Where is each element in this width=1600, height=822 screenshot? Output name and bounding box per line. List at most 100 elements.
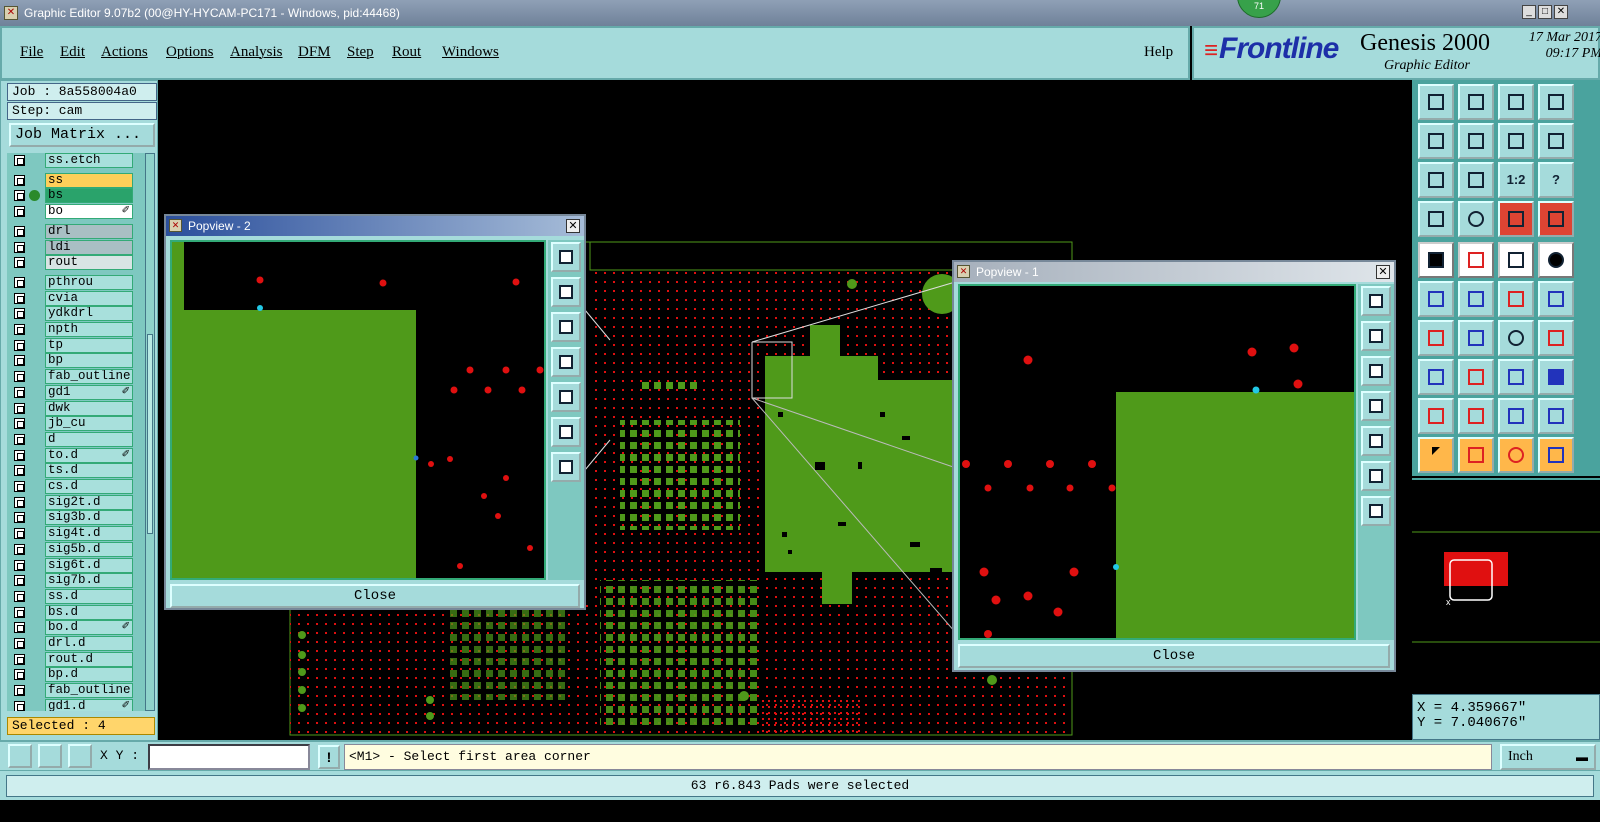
layer-name[interactable]: bo.d ✐ xyxy=(45,620,133,636)
layer-checkbox[interactable] xyxy=(14,653,25,665)
layer-name[interactable]: sig3b.d xyxy=(45,510,133,526)
layer-name[interactable]: sig6t.d xyxy=(45,557,133,573)
pan-right-button[interactable] xyxy=(1361,426,1391,456)
layer-checkbox[interactable] xyxy=(14,292,25,304)
layer-checkbox[interactable] xyxy=(14,559,25,571)
cross-icon[interactable] xyxy=(1458,281,1494,317)
job-matrix-button[interactable]: Job Matrix ... xyxy=(9,123,155,147)
layer-row[interactable]: sig4t.d xyxy=(9,526,133,542)
layer-name[interactable]: drl.d xyxy=(45,636,133,651)
layer-checkbox[interactable] xyxy=(14,622,25,634)
pan-up-button[interactable] xyxy=(551,277,581,307)
layer-name[interactable]: ydkdrl xyxy=(45,306,133,322)
line-icon[interactable] xyxy=(1458,320,1494,356)
layer-checkbox[interactable] xyxy=(14,496,25,508)
popview-1-view[interactable] xyxy=(958,284,1356,640)
layer-name[interactable]: ldi xyxy=(45,239,133,255)
layer-name[interactable]: ts.d xyxy=(45,463,133,479)
layer-checkbox[interactable] xyxy=(14,371,25,383)
layer-name[interactable]: cs.d xyxy=(45,479,133,494)
menu-analysis[interactable]: Analysis xyxy=(230,44,283,61)
step-field[interactable]: Step: cam xyxy=(7,102,157,120)
layer-name[interactable]: bs xyxy=(45,188,133,204)
layer-row[interactable]: bs.d xyxy=(9,604,133,620)
zoom-center-button[interactable] xyxy=(1458,162,1494,198)
pan-left-button[interactable] xyxy=(1418,123,1454,159)
layer-checkbox[interactable] xyxy=(14,590,25,602)
layer-scrollbar[interactable] xyxy=(145,153,155,711)
pan-right-button[interactable] xyxy=(551,382,581,412)
zoom-in-button[interactable] xyxy=(551,417,581,447)
net-select-button[interactable] xyxy=(1538,201,1574,237)
stretch-icon[interactable] xyxy=(1498,359,1534,395)
zoom-window-button[interactable] xyxy=(551,242,581,272)
layer-row[interactable]: jb_cu xyxy=(9,416,133,432)
menu-edit[interactable]: Edit xyxy=(60,44,85,61)
split-icon[interactable] xyxy=(1538,320,1574,356)
layer-row[interactable]: cvia xyxy=(9,290,133,306)
close-icon[interactable]: ✕ xyxy=(566,219,580,233)
menu-options[interactable]: Options xyxy=(166,44,214,61)
layer-row[interactable]: to.d ✐ xyxy=(9,447,133,463)
layer-row[interactable]: sig3b.d xyxy=(9,510,133,526)
zoom-fit-button[interactable] xyxy=(1418,162,1454,198)
layer-name[interactable]: d xyxy=(45,431,133,447)
home-icon[interactable] xyxy=(1498,84,1534,120)
layer-row[interactable]: fab_outline xyxy=(9,369,133,385)
popview-2-view[interactable] xyxy=(170,240,546,580)
layer-checkbox[interactable] xyxy=(14,241,25,253)
layer-row[interactable]: dwk xyxy=(9,400,133,416)
layer-row[interactable]: sig5b.d xyxy=(9,541,133,557)
layer-checkbox[interactable] xyxy=(14,638,25,649)
layer-name[interactable]: sig5b.d xyxy=(45,541,133,557)
zoom-window-button[interactable] xyxy=(1361,286,1391,316)
layer-checkbox[interactable] xyxy=(14,465,25,477)
warning-button[interactable]: ! xyxy=(318,745,340,769)
layer-name[interactable]: jb_cu xyxy=(45,416,133,432)
layer-row[interactable]: bs xyxy=(9,188,133,204)
close-icon[interactable]: ✕ xyxy=(1376,265,1390,279)
layer-name[interactable]: sig2t.d xyxy=(45,494,133,510)
popview-2-close-button[interactable]: Close xyxy=(170,584,580,608)
triangle-a-icon[interactable] xyxy=(1458,398,1494,434)
layer-checkbox[interactable] xyxy=(14,685,25,697)
layers-icon[interactable] xyxy=(1538,359,1574,395)
layer-row[interactable]: sig6t.d xyxy=(9,557,133,573)
layer-row[interactable]: rout.d xyxy=(9,651,133,667)
layer-row[interactable]: npth xyxy=(9,322,133,337)
layer-name[interactable]: tp xyxy=(45,337,133,353)
layer-name[interactable]: gd1 ✐ xyxy=(45,384,133,400)
layer-name[interactable]: ss.d xyxy=(45,588,133,604)
select-arrow-icon[interactable] xyxy=(1418,437,1454,473)
ruler-icon[interactable] xyxy=(1498,242,1534,278)
layer-checkbox[interactable] xyxy=(14,206,25,218)
layer-checkbox[interactable] xyxy=(14,386,25,398)
select-net-icon[interactable] xyxy=(1538,437,1574,473)
layer-checkbox[interactable] xyxy=(14,449,25,461)
ratio-button[interactable]: 1:2 xyxy=(1498,162,1534,198)
zoom-area-button[interactable] xyxy=(1538,84,1574,120)
snap-angle-button[interactable] xyxy=(38,744,62,768)
minimize-button[interactable]: _ xyxy=(1522,5,1536,19)
menu-windows[interactable]: Windows xyxy=(442,44,499,61)
layer-checkbox[interactable] xyxy=(14,174,25,186)
layer-name[interactable]: rout.d xyxy=(45,651,133,667)
layer-name[interactable]: fab_outline xyxy=(45,683,133,699)
layer-name[interactable]: ss xyxy=(45,172,133,188)
layer-row[interactable]: rout xyxy=(9,255,133,271)
select-circle-icon[interactable] xyxy=(1498,437,1534,473)
angle-icon[interactable] xyxy=(1418,320,1454,356)
layer-name[interactable]: bp xyxy=(45,353,133,369)
layer-name[interactable]: sig7b.d xyxy=(45,573,133,589)
pan-left-button[interactable] xyxy=(551,347,581,377)
zoom-in-button[interactable] xyxy=(1361,461,1391,491)
layer-checkbox[interactable] xyxy=(14,543,25,555)
menu-dfm[interactable]: DFM xyxy=(298,44,331,61)
layer-row[interactable]: pthrou xyxy=(9,274,133,290)
layer-row[interactable]: fab_outline xyxy=(9,683,133,699)
snap-grid-button[interactable] xyxy=(8,744,32,768)
layer-row[interactable]: ss.etch xyxy=(9,153,133,168)
menu-file[interactable]: File xyxy=(20,44,43,61)
close-window-button[interactable]: ✕ xyxy=(1554,5,1568,19)
target-icon[interactable] xyxy=(1458,201,1494,237)
